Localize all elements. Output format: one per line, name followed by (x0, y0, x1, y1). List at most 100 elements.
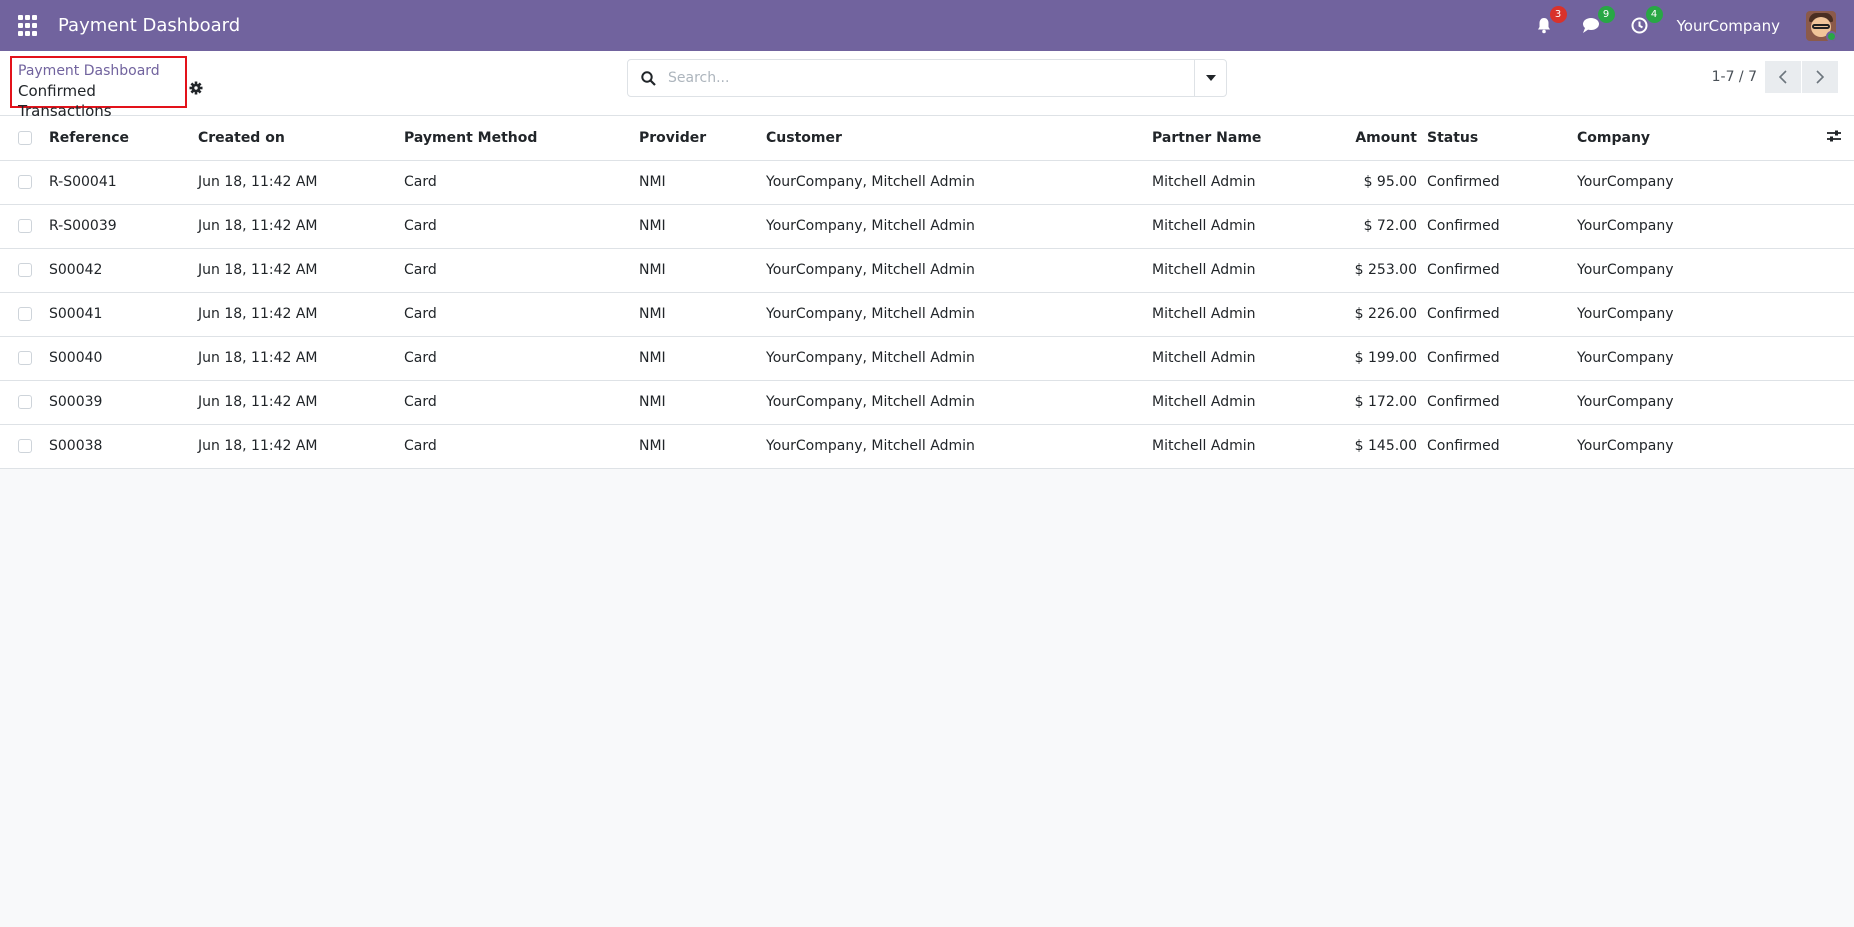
column-header-reference[interactable]: Reference (49, 116, 198, 161)
cell-customer: YourCompany, Mitchell Admin (766, 248, 1152, 293)
column-header-partner-name[interactable]: Partner Name (1152, 116, 1327, 161)
cell-amount: $ 145.00 (1327, 424, 1427, 469)
row-checkbox[interactable] (18, 439, 32, 453)
cell-partner-name: Mitchell Admin (1152, 424, 1327, 469)
cell-customer: YourCompany, Mitchell Admin (766, 160, 1152, 205)
cell-reference: S00038 (49, 424, 198, 469)
cell-company: YourCompany (1577, 336, 1771, 381)
row-checkbox[interactable] (18, 307, 32, 321)
messages-menu[interactable]: 9 (1581, 5, 1615, 37)
cell-partner-name: Mitchell Admin (1152, 292, 1327, 337)
table-header-row: Reference Created on Payment Method Prov… (0, 116, 1854, 161)
select-all-checkbox[interactable] (18, 130, 32, 145)
cell-status: Confirmed (1427, 292, 1577, 337)
column-header-status[interactable]: Status (1427, 116, 1577, 161)
cell-status: Confirmed (1427, 336, 1577, 381)
cell-reference: R-S00041 (49, 160, 198, 205)
row-checkbox[interactable] (18, 263, 32, 277)
apps-grid-icon[interactable] (18, 14, 40, 37)
pager-previous-button[interactable] (1765, 61, 1801, 93)
gear-icon[interactable] (189, 81, 203, 99)
breadcrumb-current: Confirmed Transactions (18, 82, 112, 120)
cell-provider: NMI (639, 424, 766, 469)
search-input[interactable] (668, 60, 1194, 96)
cell-payment-method: Card (404, 336, 639, 381)
row-checkbox[interactable] (18, 175, 32, 189)
cell-company: YourCompany (1577, 160, 1771, 205)
table-row[interactable]: R-S00039 Jun 18, 11:42 AM Card NMI YourC… (0, 204, 1854, 249)
cell-payment-method: Card (404, 424, 639, 469)
user-avatar[interactable] (1806, 10, 1836, 41)
transactions-table: Reference Created on Payment Method Prov… (0, 116, 1854, 469)
cell-company: YourCompany (1577, 204, 1771, 249)
row-checkbox[interactable] (18, 395, 32, 409)
cell-status: Confirmed (1427, 204, 1577, 249)
breadcrumb: Payment Dashboard Confirmed Transactions (10, 56, 187, 120)
pager-next-button[interactable] (1802, 61, 1838, 93)
cell-reference: S00041 (49, 292, 198, 337)
select-all-checkbox-cell (0, 116, 49, 161)
cell-created-on: Jun 18, 11:42 AM (198, 336, 404, 381)
column-header-created-on[interactable]: Created on (198, 116, 404, 161)
cell-partner-name: Mitchell Admin (1152, 160, 1327, 205)
column-header-customer[interactable]: Customer (766, 116, 1152, 161)
cell-reference: R-S00039 (49, 204, 198, 249)
bell-icon (1537, 18, 1550, 34)
table-row[interactable]: R-S00041 Jun 18, 11:42 AM Card NMI YourC… (0, 160, 1854, 205)
cell-status: Confirmed (1427, 380, 1577, 425)
sliders-icon (1827, 130, 1841, 142)
column-header-provider[interactable]: Provider (639, 116, 766, 161)
chevron-left-icon (1779, 70, 1787, 84)
optional-columns-toggle[interactable] (1771, 116, 1854, 161)
activity-menu[interactable]: 3 (1533, 5, 1567, 37)
cell-reference: S00042 (49, 248, 198, 293)
cell-amount: $ 199.00 (1327, 336, 1427, 381)
cell-amount: $ 72.00 (1327, 204, 1427, 249)
chat-icon (1582, 18, 1599, 33)
cell-customer: YourCompany, Mitchell Admin (766, 204, 1152, 249)
company-switcher[interactable]: YourCompany (1677, 17, 1780, 35)
cell-created-on: Jun 18, 11:42 AM (198, 292, 404, 337)
cell-provider: NMI (639, 380, 766, 425)
caret-down-icon (1205, 75, 1216, 81)
cell-payment-method: Card (404, 204, 639, 249)
table-row[interactable]: S00041 Jun 18, 11:42 AM Card NMI YourCom… (0, 292, 1854, 337)
cell-reference: S00039 (49, 380, 198, 425)
column-header-company[interactable]: Company (1577, 116, 1771, 161)
table-row[interactable]: S00040 Jun 18, 11:42 AM Card NMI YourCom… (0, 336, 1854, 381)
cell-status: Confirmed (1427, 160, 1577, 205)
cell-provider: NMI (639, 160, 766, 205)
table-row[interactable]: S00038 Jun 18, 11:42 AM Card NMI YourCom… (0, 424, 1854, 469)
cell-payment-method: Card (404, 248, 639, 293)
cell-amount: $ 95.00 (1327, 160, 1427, 205)
breadcrumb-parent-link[interactable]: Payment Dashboard (18, 61, 179, 81)
clock-badge: 4 (1645, 5, 1663, 23)
column-header-amount[interactable]: Amount (1327, 116, 1427, 161)
row-checkbox[interactable] (18, 351, 32, 365)
cell-amount: $ 226.00 (1327, 292, 1427, 337)
clock-icon (1631, 17, 1648, 34)
cell-status: Confirmed (1427, 248, 1577, 293)
messages-badge: 9 (1597, 5, 1615, 23)
control-panel: Payment Dashboard Confirmed Transactions (0, 51, 1854, 120)
cell-provider: NMI (639, 248, 766, 293)
cell-payment-method: Card (404, 380, 639, 425)
cell-provider: NMI (639, 336, 766, 381)
cell-customer: YourCompany, Mitchell Admin (766, 424, 1152, 469)
cell-company: YourCompany (1577, 380, 1771, 425)
search-icon[interactable] (628, 70, 668, 86)
clock-menu[interactable]: 4 (1629, 5, 1663, 37)
cell-payment-method: Card (404, 160, 639, 205)
cell-partner-name: Mitchell Admin (1152, 380, 1327, 425)
table-row[interactable]: S00042 Jun 18, 11:42 AM Card NMI YourCom… (0, 248, 1854, 293)
row-checkbox[interactable] (18, 219, 32, 233)
column-header-payment-method[interactable]: Payment Method (404, 116, 639, 161)
cell-customer: YourCompany, Mitchell Admin (766, 380, 1152, 425)
table-row[interactable]: S00039 Jun 18, 11:42 AM Card NMI YourCom… (0, 380, 1854, 425)
pager-value[interactable]: 1-7 / 7 (1712, 69, 1757, 85)
activity-badge: 3 (1549, 5, 1567, 23)
search-options-toggle[interactable] (1194, 60, 1226, 96)
app-title[interactable]: Payment Dashboard (58, 15, 240, 36)
cell-company: YourCompany (1577, 248, 1771, 293)
cell-company: YourCompany (1577, 292, 1771, 337)
